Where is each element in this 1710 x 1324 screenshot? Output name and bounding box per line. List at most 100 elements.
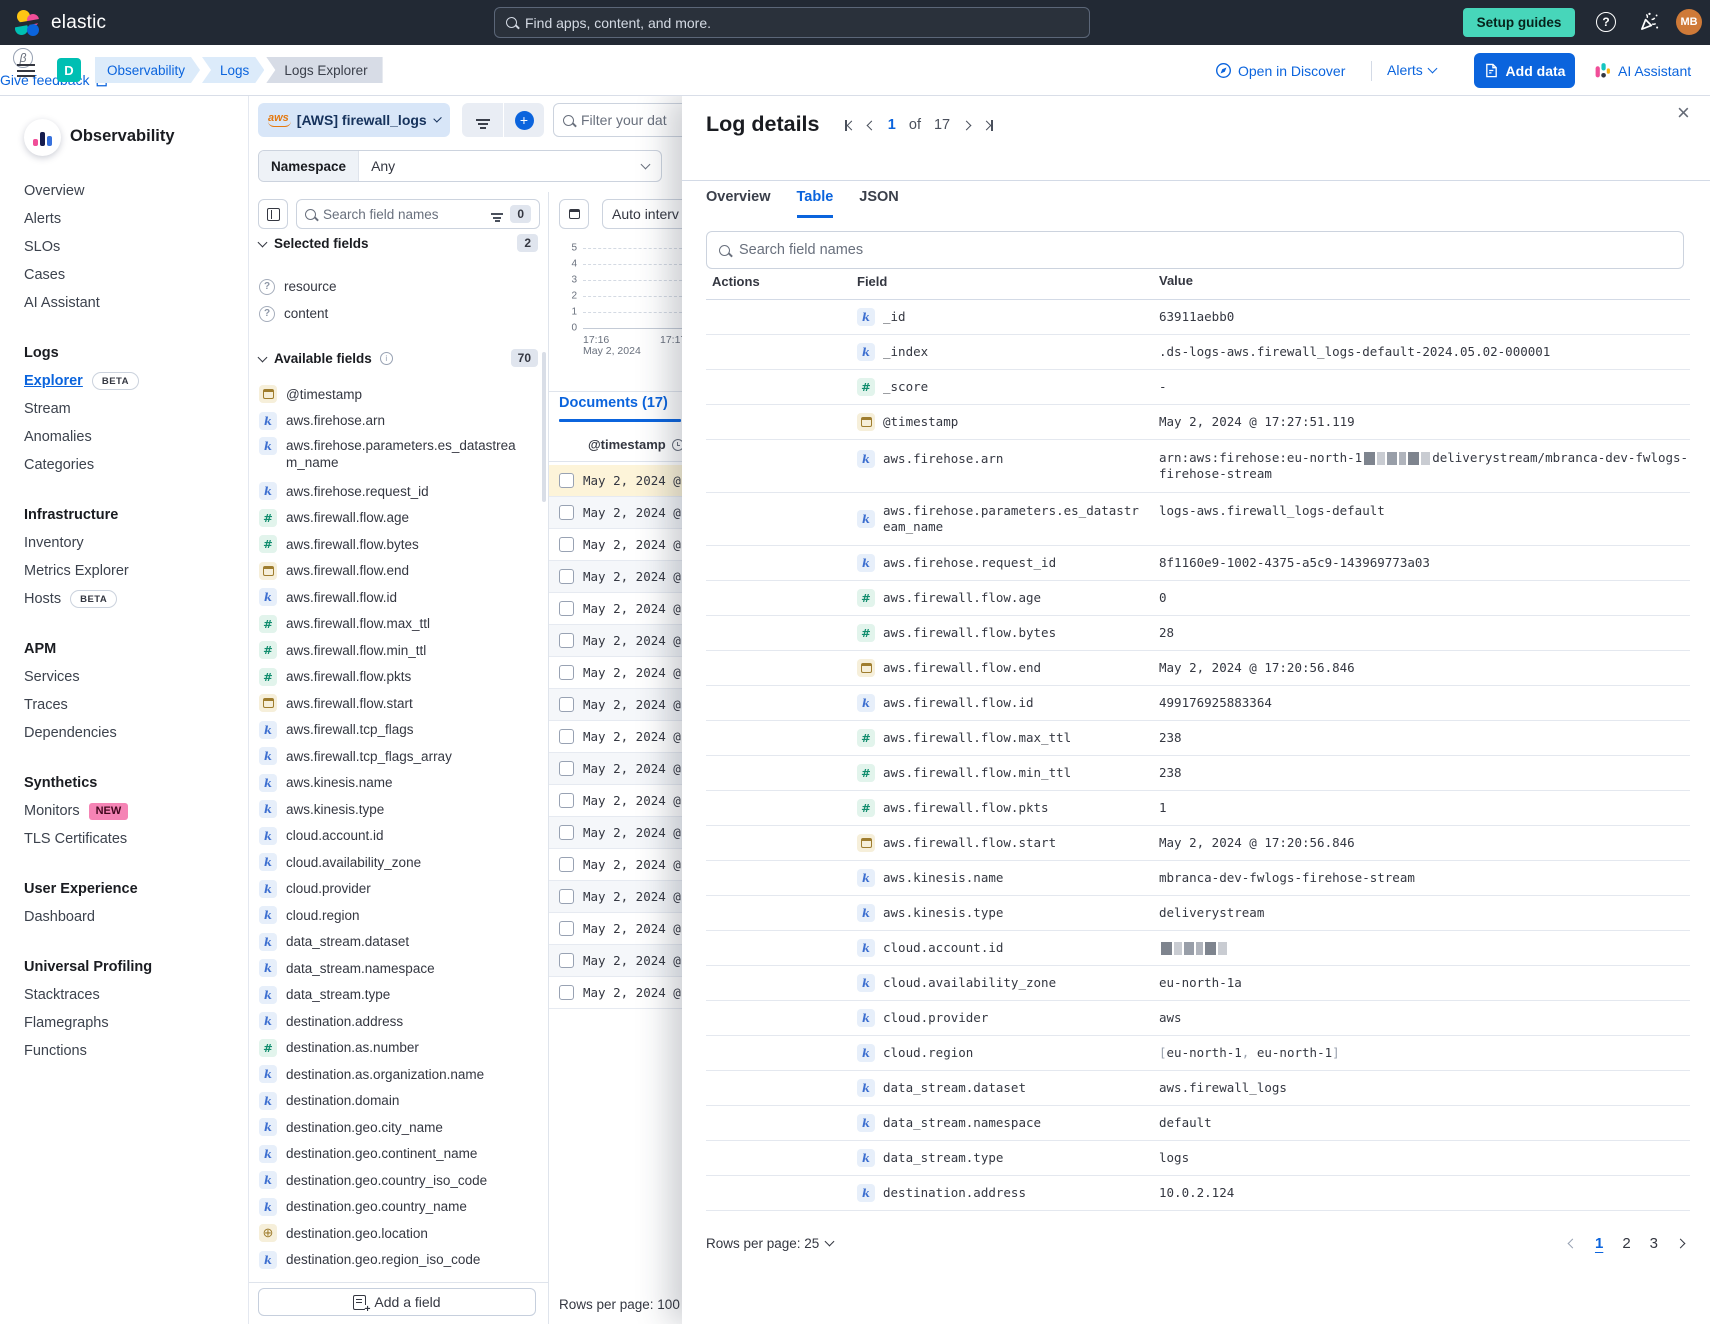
field-item-aws-kinesis-type[interactable]: kaws.kinesis.type bbox=[259, 796, 542, 823]
sidebar-item-traces[interactable]: Traces bbox=[24, 691, 240, 719]
field-item-aws-firewall-tcp-flags-array[interactable]: kaws.firewall.tcp_flags_array bbox=[259, 743, 542, 770]
ai-assistant-button[interactable]: AI Assistant bbox=[1594, 62, 1691, 79]
previous-doc-button[interactable] bbox=[868, 122, 875, 129]
field-item-destination-geo-region-iso-code[interactable]: kdestination.geo.region_iso_code bbox=[259, 1247, 542, 1274]
row-checkbox[interactable] bbox=[559, 825, 574, 840]
sidebar-item-anomalies[interactable]: Anomalies bbox=[24, 423, 240, 451]
document-row[interactable]: May 2, 2024 @ bbox=[549, 817, 682, 849]
sidebar-item-services[interactable]: Services bbox=[24, 663, 240, 691]
breadcrumb-observability[interactable]: Observability bbox=[95, 57, 200, 83]
row-checkbox[interactable] bbox=[559, 569, 574, 584]
document-row[interactable]: May 2, 2024 @ bbox=[549, 849, 682, 881]
close-icon[interactable]: × bbox=[1677, 102, 1690, 124]
sidebar-item-overview[interactable]: Overview bbox=[24, 177, 240, 205]
flyout-rows-per-page[interactable]: Rows per page: 25 bbox=[706, 1236, 833, 1251]
sidebar-item-dashboard[interactable]: Dashboard bbox=[24, 903, 240, 931]
sidebar-item-flamegraphs[interactable]: Flamegraphs bbox=[24, 1009, 240, 1037]
row-checkbox[interactable] bbox=[559, 889, 574, 904]
interval-select[interactable]: Auto interv bbox=[602, 199, 682, 229]
document-row[interactable]: May 2, 2024 @ bbox=[549, 561, 682, 593]
row-checkbox[interactable] bbox=[559, 697, 574, 712]
row-checkbox[interactable] bbox=[559, 729, 574, 744]
field-item-destination-geo-location[interactable]: ⊕destination.geo.location bbox=[259, 1220, 542, 1247]
page-3-button[interactable]: 3 bbox=[1650, 1235, 1658, 1252]
row-checkbox[interactable] bbox=[559, 473, 574, 488]
next-page-button[interactable] bbox=[1676, 1238, 1686, 1248]
document-row[interactable]: May 2, 2024 @ bbox=[549, 881, 682, 913]
row-checkbox[interactable] bbox=[559, 793, 574, 808]
sidebar-item-cases[interactable]: Cases bbox=[24, 261, 240, 289]
row-checkbox[interactable] bbox=[559, 761, 574, 776]
document-row[interactable]: May 2, 2024 @ bbox=[549, 625, 682, 657]
namespace-select[interactable]: Namespace Any bbox=[258, 150, 662, 182]
selected-field-content[interactable]: ?content bbox=[259, 300, 542, 327]
global-search-input[interactable]: Find apps, content, and more. bbox=[494, 7, 1090, 38]
help-icon[interactable]: ? bbox=[1596, 12, 1616, 32]
field-item-destination-geo-country-iso-code[interactable]: kdestination.geo.country_iso_code bbox=[259, 1167, 542, 1194]
field-item-cloud-availability-zone[interactable]: kcloud.availability_zone bbox=[259, 849, 542, 876]
field-item-destination-domain[interactable]: kdestination.domain bbox=[259, 1088, 542, 1115]
menu-icon[interactable] bbox=[17, 64, 35, 77]
tab-overview[interactable]: Overview bbox=[706, 189, 771, 218]
sidebar-item-stream[interactable]: Stream bbox=[24, 395, 240, 423]
field-search-input[interactable]: Search field names 0 bbox=[296, 199, 540, 229]
selected-fields-header[interactable]: Selected fields 2 bbox=[259, 233, 538, 253]
breadcrumb-logs[interactable]: Logs bbox=[202, 57, 264, 83]
field-item-destination-as-organization-name[interactable]: kdestination.as.organization.name bbox=[259, 1061, 542, 1088]
document-row[interactable]: May 2, 2024 @ bbox=[549, 529, 682, 561]
page-2-button[interactable]: 2 bbox=[1622, 1235, 1630, 1252]
sidebar-item-explorer[interactable]: ExplorerBETA bbox=[24, 367, 240, 395]
add-data-button[interactable]: Add data bbox=[1474, 53, 1575, 88]
row-checkbox[interactable] bbox=[559, 921, 574, 936]
selected-field-resource[interactable]: ?resource bbox=[259, 273, 542, 300]
document-row[interactable]: May 2, 2024 @ bbox=[549, 977, 682, 1009]
sidebar-item-metrics-explorer[interactable]: Metrics Explorer bbox=[24, 557, 240, 585]
field-item-aws-firewall-flow-bytes[interactable]: #aws.firewall.flow.bytes bbox=[259, 531, 542, 558]
dataset-selector[interactable]: aws [AWS] firewall_logs bbox=[258, 103, 450, 137]
document-row[interactable]: May 2, 2024 @ bbox=[549, 913, 682, 945]
field-item-aws-firehose-parameters-es-datastream-name[interactable]: kaws.firehose.parameters.es_datastream_n… bbox=[259, 434, 542, 478]
filter-toggle-button[interactable] bbox=[462, 103, 503, 137]
field-item-aws-firewall-flow-max-ttl[interactable]: #aws.firewall.flow.max_ttl bbox=[259, 611, 542, 638]
setup-guides-button[interactable]: Setup guides bbox=[1463, 8, 1575, 37]
document-row[interactable]: May 2, 2024 @ bbox=[549, 721, 682, 753]
document-row[interactable]: May 2, 2024 @ bbox=[549, 753, 682, 785]
sidebar-item-ai-assistant[interactable]: AI Assistant bbox=[24, 289, 240, 317]
sidebar-item-slos[interactable]: SLOs bbox=[24, 233, 240, 261]
timestamp-column-header[interactable]: @timestamp bbox=[549, 428, 682, 462]
tab-table[interactable]: Table bbox=[797, 189, 834, 218]
sidebar-item-stacktraces[interactable]: Stacktraces bbox=[24, 981, 240, 1009]
document-row[interactable]: May 2, 2024 @ bbox=[549, 945, 682, 977]
row-checkbox[interactable] bbox=[559, 505, 574, 520]
sidebar-item-alerts[interactable]: Alerts bbox=[24, 205, 240, 233]
document-row[interactable]: May 2, 2024 @ bbox=[549, 593, 682, 625]
field-item-aws-firewall-flow-age[interactable]: #aws.firewall.flow.age bbox=[259, 505, 542, 532]
field-item-aws-firehose-request-id[interactable]: kaws.firehose.request_id bbox=[259, 478, 542, 505]
add-field-button[interactable]: Add a field bbox=[258, 1288, 536, 1316]
row-checkbox[interactable] bbox=[559, 985, 574, 1000]
field-item-aws-firewall-flow-end[interactable]: aws.firewall.flow.end bbox=[259, 558, 542, 585]
row-checkbox[interactable] bbox=[559, 633, 574, 648]
field-item-data-stream-type[interactable]: kdata_stream.type bbox=[259, 982, 542, 1009]
field-item-aws-firewall-flow-id[interactable]: kaws.firewall.flow.id bbox=[259, 584, 542, 611]
sidebar-item-inventory[interactable]: Inventory bbox=[24, 529, 240, 557]
space-avatar[interactable]: D bbox=[57, 58, 81, 82]
field-item-aws-kinesis-name[interactable]: kaws.kinesis.name bbox=[259, 770, 542, 797]
first-doc-button[interactable] bbox=[845, 120, 855, 131]
field-item-data-stream-dataset[interactable]: kdata_stream.dataset bbox=[259, 929, 542, 956]
tab-documents[interactable]: Documents (17) bbox=[559, 395, 668, 411]
field-item-cloud-region[interactable]: kcloud.region bbox=[259, 902, 542, 929]
tab-json[interactable]: JSON bbox=[859, 189, 899, 218]
field-item-aws-firehose-arn[interactable]: kaws.firehose.arn bbox=[259, 408, 542, 435]
last-doc-button[interactable] bbox=[983, 120, 993, 131]
field-item-cloud-provider[interactable]: kcloud.provider bbox=[259, 876, 542, 903]
field-item-data-stream-namespace[interactable]: kdata_stream.namespace bbox=[259, 955, 542, 982]
field-item-aws-firewall-flow-start[interactable]: aws.firewall.flow.start bbox=[259, 690, 542, 717]
sidebar-item-categories[interactable]: Categories bbox=[24, 451, 240, 479]
documents-rows-per-page[interactable]: Rows per page: 100 bbox=[559, 1297, 682, 1312]
next-doc-button[interactable] bbox=[963, 122, 970, 129]
field-item-aws-firewall-flow-pkts[interactable]: #aws.firewall.flow.pkts bbox=[259, 664, 542, 691]
document-row[interactable]: May 2, 2024 @ bbox=[549, 689, 682, 721]
sidebar-item-functions[interactable]: Functions bbox=[24, 1037, 240, 1065]
row-checkbox[interactable] bbox=[559, 857, 574, 872]
